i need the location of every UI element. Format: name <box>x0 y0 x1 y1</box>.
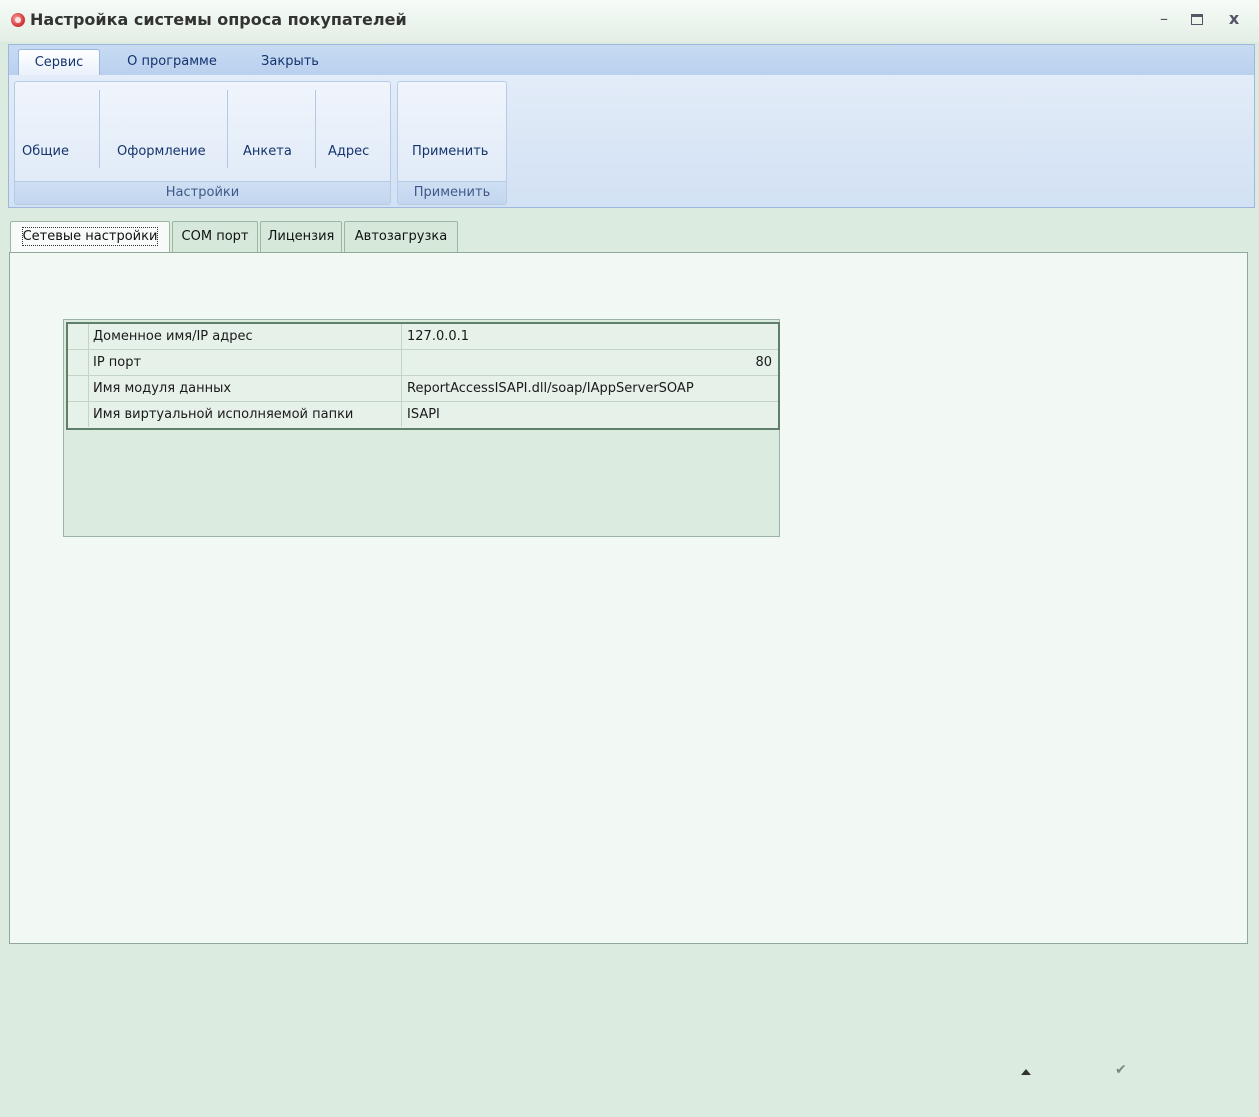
general-button[interactable]: Общие <box>22 144 69 159</box>
checkmark-icon[interactable]: ✔ <box>1115 1062 1127 1078</box>
grid-row[interactable]: IP порт 80 <box>68 350 778 376</box>
up-arrow-icon[interactable] <box>1021 1069 1031 1075</box>
grid-key-data-module: Имя модуля данных <box>68 376 402 401</box>
property-grid: Доменное имя/IP адрес 127.0.0.1 IP порт … <box>66 322 780 430</box>
grid-row[interactable]: Имя виртуальной исполняемой папки ISAPI <box>68 402 778 427</box>
tab-com-port[interactable]: COM порт <box>172 221 258 253</box>
separator <box>315 90 316 168</box>
tab-network-settings-label: Сетевые настройки <box>21 227 159 246</box>
virtual-folder-field[interactable]: ISAPI <box>402 402 778 427</box>
property-grid-container: Доменное имя/IP адрес 127.0.0.1 IP порт … <box>63 319 780 537</box>
data-module-field[interactable]: ReportAccessISAPI.dll/soap/IAppServerSOA… <box>402 376 778 401</box>
ribbon-tab-close[interactable]: Закрыть <box>249 49 331 76</box>
grid-key-virtual-folder: Имя виртуальной исполняемой папки <box>68 402 402 427</box>
survey-button[interactable]: Анкета <box>243 144 292 159</box>
ribbon-group-apply: Применить Применить <box>397 81 507 205</box>
ip-port-field[interactable]: 80 <box>402 350 778 375</box>
ribbon-group-apply-label: Применить <box>398 181 506 204</box>
close-button[interactable]: x <box>1222 8 1246 30</box>
ribbon-tab-bar: Сервис О программе Закрыть <box>8 44 1255 77</box>
domain-ip-field[interactable]: 127.0.0.1 <box>402 324 778 349</box>
separator <box>227 90 228 168</box>
grid-row[interactable]: Доменное имя/IP адрес 127.0.0.1 <box>68 324 778 350</box>
ribbon-group-settings: Общие Оформление Анкета Адрес Настройки <box>14 81 391 205</box>
tab-autoload[interactable]: Автозагрузка <box>344 221 458 253</box>
ribbon-tab-about[interactable]: О программе <box>117 49 227 76</box>
grid-row[interactable]: Имя модуля данных ReportAccessISAPI.dll/… <box>68 376 778 402</box>
tab-license[interactable]: Лицензия <box>260 221 342 253</box>
tab-network-settings[interactable]: Сетевые настройки <box>10 221 170 254</box>
ribbon-group-settings-label: Настройки <box>15 181 390 204</box>
apply-button[interactable]: Применить <box>412 144 488 159</box>
app-icon <box>11 13 25 27</box>
address-button[interactable]: Адрес <box>328 144 369 159</box>
window-title: Настройка системы опроса покупателей <box>30 10 407 29</box>
maximize-icon <box>1191 14 1203 25</box>
minimize-button[interactable]: – <box>1152 8 1176 30</box>
separator <box>99 90 100 168</box>
maximize-button[interactable] <box>1185 8 1209 30</box>
ribbon-tab-service[interactable]: Сервис <box>18 49 100 77</box>
title-bar: Настройка системы опроса покупателей – x <box>0 0 1259 42</box>
grid-key-domain: Доменное имя/IP адрес <box>68 324 402 349</box>
grid-key-ip-port: IP порт <box>68 350 402 375</box>
app-window: Настройка системы опроса покупателей – x… <box>0 0 1259 1117</box>
appearance-button[interactable]: Оформление <box>117 144 206 159</box>
ribbon-body: Общие Оформление Анкета Адрес Настройки … <box>8 75 1255 208</box>
